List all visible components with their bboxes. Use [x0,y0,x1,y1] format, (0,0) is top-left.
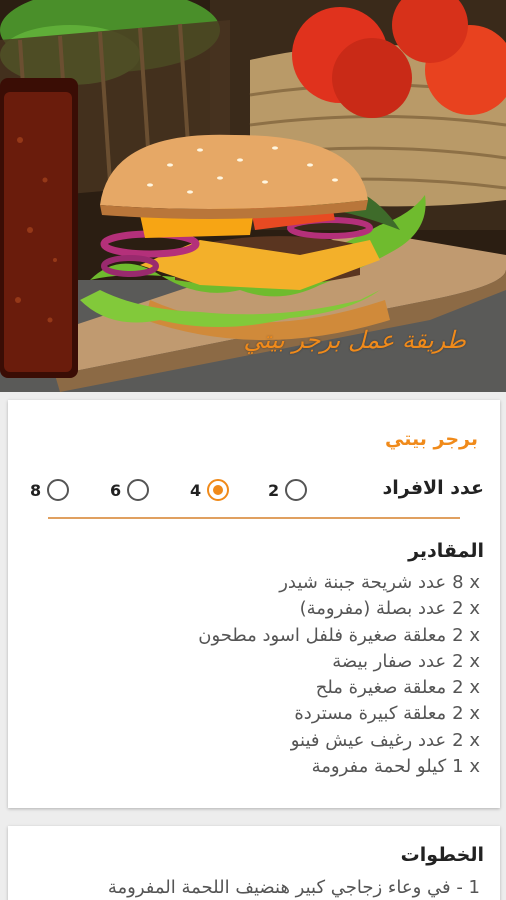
ingredient-qty: 2 x [452,703,480,725]
ingredient-qty: 2 x [452,729,480,751]
ingredient-text: عدد صفار بيضة [332,650,447,672]
ingredient-text: عدد رغيف عيش فينو [290,729,447,751]
ingredient-text: معلقة كبيرة مستردة [294,703,447,725]
ingredient-qty: 2 x [452,650,480,672]
radio-button[interactable] [127,479,150,501]
list-item: 2 x معلقة صغيرة ملح [198,677,480,703]
recipe-name: برجر بيتي [385,428,478,450]
servings-option-label: 6 [110,480,122,500]
ingredient-text: معلقة صغيرة ملح [315,677,447,699]
ingredient-qty: 2 x [452,624,480,646]
servings-option-2[interactable]: 2 [268,477,308,503]
servings-option-6[interactable]: 6 [110,477,150,503]
ingredient-text: عدد بصلة (مفرومة) [299,598,447,620]
hero-title: طريقة عمل برجر بيتي [243,326,466,354]
list-item: 1 x كيلو لحمة مفرومة [198,756,480,782]
ingredient-qty: 8 x [452,572,480,593]
servings-option-label: 2 [268,480,280,500]
ingredient-qty: 2 x [452,598,480,620]
radio-button-selected[interactable] [207,479,230,501]
ingredients-list: 8 x عدد شريحة جبنة شيدر 2 x عدد بصلة (مفرو… [198,572,480,782]
servings-option-4[interactable]: 4 [190,477,230,503]
radio-button[interactable] [285,479,308,501]
steps-card: الخطوات 1 - في وعاء زجاجي كبير هنضيف الل… [8,826,500,900]
ingredient-qty: 1 x [452,756,480,778]
hero-image: طريقة عمل برجر بيتي [0,0,506,392]
ingredients-title: المقادير [408,540,484,562]
ingredient-qty: 2 x [452,677,480,699]
list-item: 2 x عدد بصلة (مفرومة) [198,598,480,624]
servings-option-label: 4 [190,480,202,500]
ingredients-card: برجر بيتي عدد الافراد 8 6 4 2 المقادير 8… [8,400,500,808]
servings-label: عدد الافراد [382,477,484,499]
ingredient-text: معلقة صغيرة فلفل اسود مطحون [198,624,447,646]
list-item: 2 x عدد صفار بيضة [198,651,480,677]
steps-title: الخطوات [400,844,484,866]
ingredient-text: عدد شريحة جبنة شيدر [279,572,447,593]
divider [48,517,460,519]
servings-option-8[interactable]: 8 [30,477,70,503]
list-item: 2 x معلقة صغيرة فلفل اسود مطحون [198,625,480,651]
step-item: 1 - في وعاء زجاجي كبير هنضيف اللحمة المف… [107,877,480,898]
ingredient-text: كيلو لحمة مفرومة [311,756,447,778]
radio-button[interactable] [47,479,70,501]
list-item: 8 x عدد شريحة جبنة شيدر [198,572,480,598]
list-item: 2 x عدد رغيف عيش فينو [198,730,480,756]
list-item: 2 x معلقة كبيرة مستردة [198,703,480,729]
servings-option-label: 8 [30,480,42,500]
servings-radio-group: 8 6 4 2 [30,477,308,503]
